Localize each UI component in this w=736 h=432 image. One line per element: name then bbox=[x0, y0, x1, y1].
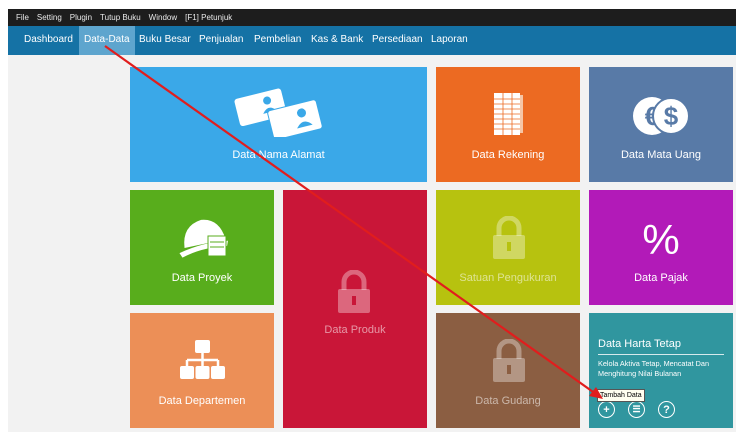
menu-plugin[interactable]: Plugin bbox=[70, 13, 92, 22]
tile-label: Data Proyek bbox=[171, 272, 233, 284]
tile-pajak[interactable]: % Data Pajak bbox=[589, 190, 733, 305]
tile-harta-tetap[interactable]: Data Harta Tetap Kelola Aktiva Tetap, Me… bbox=[589, 313, 733, 428]
svg-text:$: $ bbox=[664, 101, 679, 131]
divider bbox=[598, 354, 724, 355]
tile-label: Data Produk bbox=[324, 324, 386, 336]
menu-window[interactable]: Window bbox=[149, 13, 177, 22]
tile-nama-alamat[interactable]: Data Nama Alamat bbox=[130, 67, 427, 182]
tile-label: Satuan Pengukuran bbox=[459, 272, 557, 284]
nav-laporan[interactable]: Laporan bbox=[431, 26, 468, 55]
nav-data-data[interactable]: Data-Data bbox=[79, 26, 135, 55]
lock-icon bbox=[338, 270, 370, 313]
tile-label: Data Nama Alamat bbox=[232, 149, 325, 161]
tile-description: Kelola Aktiva Tetap, Mencatat Dan Menghi… bbox=[598, 359, 710, 378]
ledger-icon bbox=[494, 93, 523, 135]
org-chart-icon bbox=[180, 340, 225, 379]
lock-icon bbox=[493, 339, 525, 382]
menu-setting[interactable]: Setting bbox=[37, 13, 62, 22]
nav-penjualan[interactable]: Penjualan bbox=[199, 26, 243, 55]
nav-bar: Dashboard Data-Data Buku Besar Penjualan… bbox=[8, 26, 736, 55]
tile-rekening[interactable]: Data Rekening bbox=[436, 67, 580, 182]
list-icon[interactable]: ☰ bbox=[628, 401, 645, 418]
tooltip: Tambah Data bbox=[597, 389, 645, 402]
nav-buku-besar[interactable]: Buku Besar bbox=[139, 26, 191, 55]
lock-icon bbox=[493, 216, 525, 259]
tile-label: Data Rekening bbox=[471, 149, 545, 161]
tile-satuan[interactable]: Satuan Pengukuran bbox=[436, 190, 580, 305]
currency-icon: € $ bbox=[633, 97, 690, 135]
tile-proyek[interactable]: Data Proyek bbox=[130, 190, 274, 305]
nav-pembelian[interactable]: Pembelian bbox=[254, 26, 301, 55]
nav-persediaan[interactable]: Persediaan bbox=[372, 26, 423, 55]
hardhat-icon bbox=[179, 219, 228, 258]
add-icon[interactable]: + bbox=[598, 401, 615, 418]
svg-text:%: % bbox=[642, 216, 679, 260]
address-cards-icon bbox=[234, 88, 323, 137]
menu-tutup-buku[interactable]: Tutup Buku bbox=[100, 13, 141, 22]
menu-file[interactable]: File bbox=[16, 13, 29, 22]
tile-label: Data Mata Uang bbox=[620, 149, 702, 161]
tile-gudang[interactable]: Data Gudang bbox=[436, 313, 580, 428]
tile-produk[interactable]: Data Produk bbox=[283, 190, 427, 428]
nav-kas-bank[interactable]: Kas & Bank bbox=[311, 26, 363, 55]
nav-dashboard[interactable]: Dashboard bbox=[24, 26, 73, 55]
tile-title: Data Harta Tetap bbox=[598, 338, 681, 350]
tile-label: Data Departemen bbox=[158, 395, 246, 407]
tile-label: Data Gudang bbox=[475, 395, 541, 407]
tile-label: Data Pajak bbox=[634, 272, 688, 284]
tile-mata-uang[interactable]: € $ Data Mata Uang bbox=[589, 67, 733, 182]
menu-bar: File Setting Plugin Tutup Buku Window [F… bbox=[8, 9, 736, 26]
percent-icon: % bbox=[642, 216, 679, 260]
tile-departemen[interactable]: Data Departemen bbox=[130, 313, 274, 428]
help-icon[interactable]: ? bbox=[658, 401, 675, 418]
menu-petunjuk[interactable]: [F1] Petunjuk bbox=[185, 13, 232, 22]
